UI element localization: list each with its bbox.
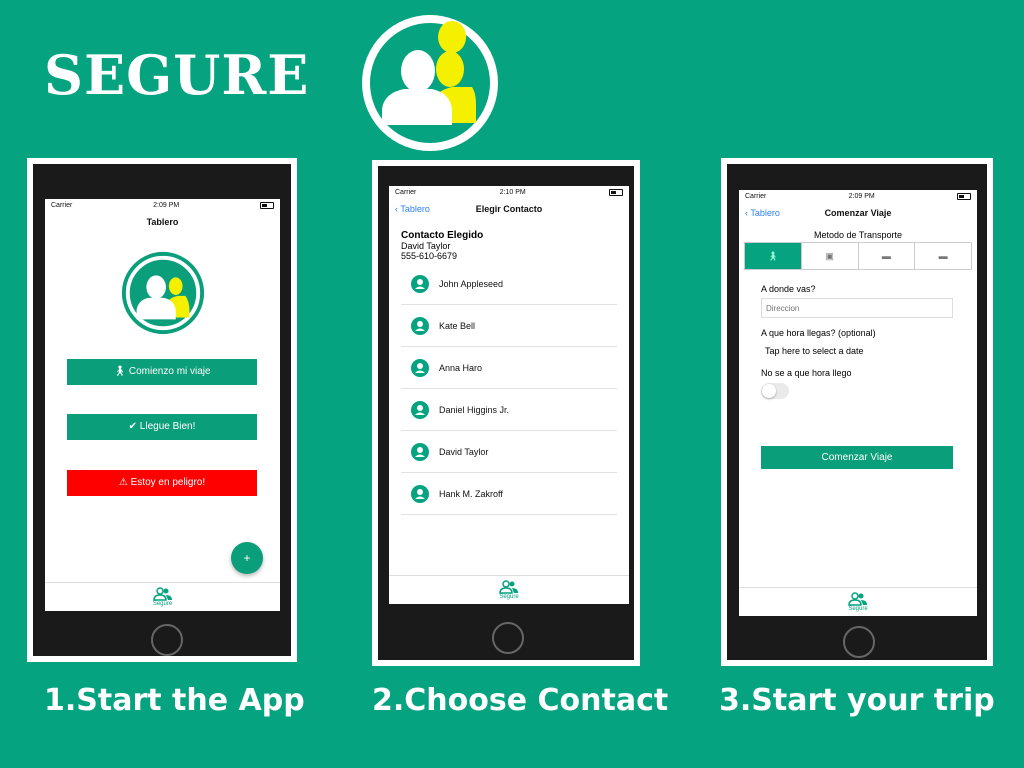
unknown-time-toggle[interactable] bbox=[761, 383, 789, 399]
add-fab-button[interactable]: + bbox=[231, 542, 263, 574]
caption-step3: 3.Start your trip bbox=[719, 683, 995, 718]
status-bar: Carrier 2:09 PM bbox=[45, 199, 280, 211]
back-button[interactable]: ‹ Tablero bbox=[395, 198, 430, 220]
taxi-icon[interactable]: ▬ bbox=[915, 243, 971, 269]
phone-frame-3: Carrier 2:09 PM ‹ Tablero Comenzar Viaje… bbox=[721, 158, 993, 666]
list-item[interactable]: Hank M. Zakroff bbox=[401, 473, 617, 515]
toggle-knob bbox=[762, 384, 776, 398]
tab-bar[interactable]: Segure bbox=[389, 575, 629, 604]
back-button[interactable]: ‹ Tablero bbox=[745, 202, 780, 224]
home-button[interactable] bbox=[151, 624, 183, 656]
warning-icon: ⚠ bbox=[118, 477, 128, 488]
phone-frame-2: Carrier 2:10 PM ‹ Tablero Elegir Contact… bbox=[372, 160, 640, 666]
chosen-heading: Contacto Elegido bbox=[401, 230, 484, 241]
tab-bar[interactable]: Segure bbox=[739, 587, 977, 616]
tab-bar[interactable]: Segure bbox=[45, 582, 280, 611]
screen-dashboard: Carrier 2:09 PM Tablero 🚶︎ Comienzo mi v… bbox=[45, 199, 280, 611]
people-icon bbox=[152, 587, 172, 601]
list-item[interactable]: David Taylor bbox=[401, 431, 617, 473]
brand-title: SEGURE bbox=[44, 43, 310, 107]
transport-segmented-control[interactable]: 🚶︎ ▣ ▬ ▬ bbox=[744, 242, 972, 270]
nav-bar: ‹ Tablero Comenzar Viaje bbox=[739, 202, 977, 224]
battery-icon bbox=[609, 188, 623, 196]
battery-icon bbox=[957, 192, 971, 200]
time-label: A que hora llegas? (optional) bbox=[761, 328, 876, 338]
start-trip-button[interactable]: Comenzar Viaje bbox=[761, 446, 953, 469]
caption-step2: 2.Choose Contact bbox=[372, 683, 669, 718]
danger-button[interactable]: ⚠ Estoy en peligro! bbox=[67, 470, 257, 496]
chosen-phone: 555-610-6679 bbox=[401, 251, 458, 261]
unknown-time-label: No se a que hora llego bbox=[761, 368, 852, 378]
caption-step1: 1.Start the App bbox=[44, 683, 305, 718]
list-item[interactable]: John Appleseed bbox=[401, 263, 617, 305]
nav-title: Tablero bbox=[146, 217, 179, 227]
list-item[interactable]: Anna Haro bbox=[401, 347, 617, 389]
date-picker-trigger[interactable]: Tap here to select a date bbox=[761, 346, 955, 356]
nav-title: Comenzar Viaje bbox=[824, 208, 892, 218]
where-label: A donde vas? bbox=[761, 284, 816, 294]
people-icon bbox=[848, 592, 867, 606]
nav-title: Elegir Contacto bbox=[475, 204, 543, 214]
check-circle-icon: ✔ bbox=[128, 421, 137, 432]
person-icon bbox=[411, 442, 429, 461]
status-bar: Carrier 2:09 PM bbox=[739, 190, 977, 202]
list-item[interactable]: Kate Bell bbox=[401, 305, 617, 347]
bus-icon[interactable]: ▣ bbox=[802, 243, 859, 269]
screen-choose-contact: Carrier 2:10 PM ‹ Tablero Elegir Contact… bbox=[389, 186, 629, 604]
phone-frame-1: Carrier 2:09 PM Tablero 🚶︎ Comienzo mi v… bbox=[27, 158, 297, 662]
list-item[interactable]: Daniel Higgins Jr. bbox=[401, 389, 617, 431]
person-icon bbox=[411, 274, 429, 293]
person-icon bbox=[411, 400, 429, 419]
person-icon bbox=[411, 358, 429, 377]
nav-bar: ‹ Tablero Elegir Contacto bbox=[389, 198, 629, 220]
chosen-name: David Taylor bbox=[401, 241, 451, 251]
walk-icon: 🚶︎ bbox=[113, 366, 127, 377]
people-icon bbox=[499, 580, 518, 594]
contact-list: John Appleseed Kate Bell Anna Haro Danie… bbox=[389, 263, 629, 515]
battery-icon bbox=[260, 201, 274, 209]
segure-logo-icon bbox=[362, 15, 498, 151]
status-bar: Carrier 2:10 PM bbox=[389, 186, 629, 198]
person-icon bbox=[411, 484, 429, 503]
address-input[interactable] bbox=[761, 298, 953, 318]
home-button[interactable] bbox=[492, 622, 524, 654]
transport-label: Metodo de Transporte bbox=[813, 230, 903, 240]
start-trip-button[interactable]: 🚶︎ Comienzo mi viaje bbox=[67, 359, 257, 385]
person-icon bbox=[411, 316, 429, 335]
walk-icon[interactable]: 🚶︎ bbox=[745, 243, 802, 269]
arrived-button[interactable]: ✔ Llegue Bien! bbox=[67, 414, 257, 440]
screen-start-trip: Carrier 2:09 PM ‹ Tablero Comenzar Viaje… bbox=[739, 190, 977, 616]
segure-logo-icon bbox=[121, 251, 205, 335]
home-button[interactable] bbox=[843, 626, 875, 658]
car-icon[interactable]: ▬ bbox=[859, 243, 916, 269]
